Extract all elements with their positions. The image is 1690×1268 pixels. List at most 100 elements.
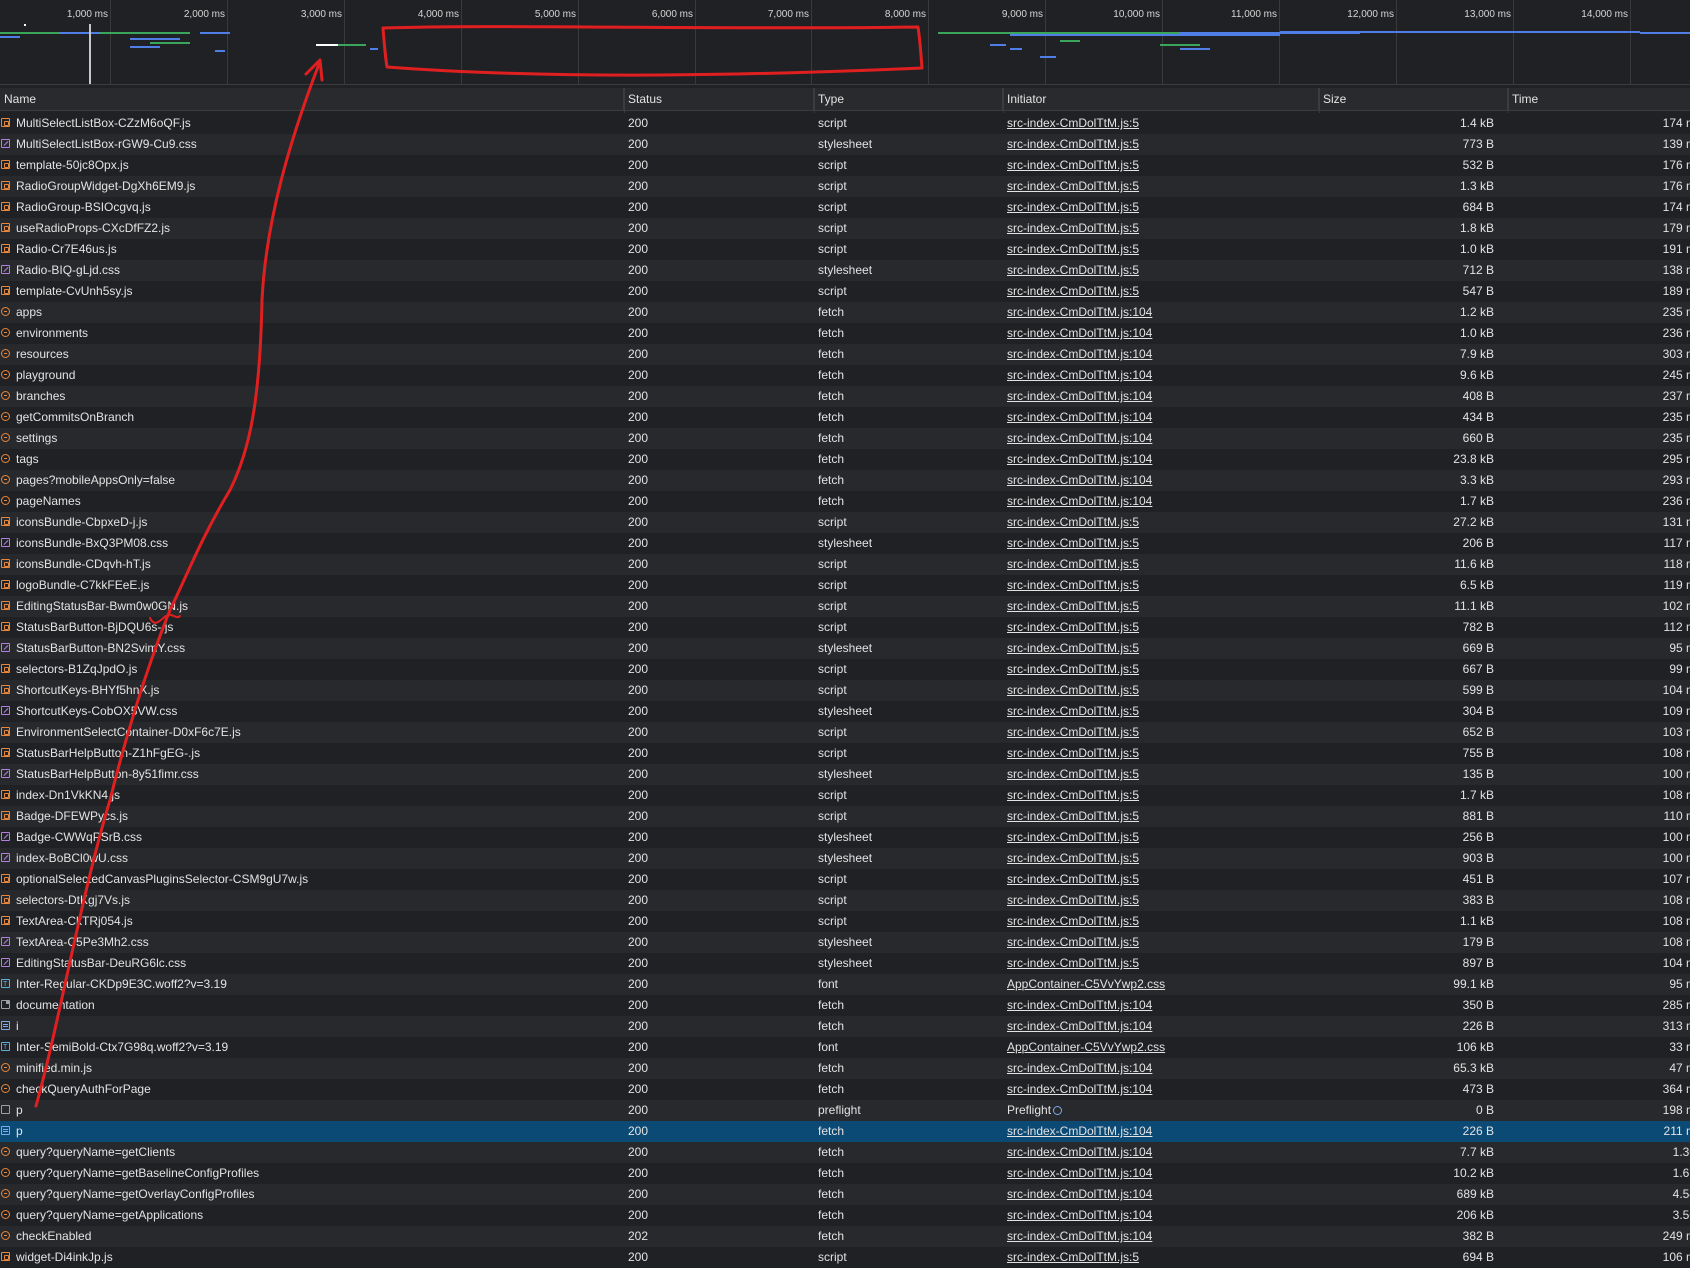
table-row[interactable]: checkEnabled 202 fetch src-index-CmDolTtM.j… (0, 1226, 1690, 1247)
initiator-link[interactable]: AppContainer-C5VvYwp2.css (1007, 1040, 1165, 1054)
initiator-link[interactable]: src-index-CmDolTtM.js:5 (1007, 662, 1139, 676)
initiator-link[interactable]: src-index-CmDolTtM.js:5 (1007, 851, 1139, 865)
initiator-link[interactable]: src-index-CmDolTtM.js:5 (1007, 767, 1139, 781)
initiator-link[interactable]: src-index-CmDolTtM.js:5 (1007, 872, 1139, 886)
table-row[interactable]: resources 200 fetch src-index-CmDolTtM.js:1… (0, 344, 1690, 365)
initiator-link[interactable]: src-index-CmDolTtM.js:5 (1007, 956, 1139, 970)
table-row[interactable]: index-Dn1VkKN4.js 200 script src-index-CmDo… (0, 785, 1690, 806)
table-row[interactable]: Radio-BIQ-gLjd.css 200 stylesheet src-index… (0, 260, 1690, 281)
table-row[interactable]: apps 200 fetch src-index-CmDolTtM.js:104 1.2… (0, 302, 1690, 323)
initiator-link[interactable]: src-index-CmDolTtM.js:5 (1007, 683, 1139, 697)
initiator-link[interactable]: src-index-CmDolTtM.js:5 (1007, 914, 1139, 928)
table-row[interactable]: branches 200 fetch src-index-CmDolTtM.js:10… (0, 386, 1690, 407)
initiator-link[interactable]: src-index-CmDolTtM.js:104 (1007, 1229, 1152, 1243)
table-row[interactable]: pageNames 200 fetch src-index-CmDolTtM.js:1… (0, 491, 1690, 512)
initiator-link[interactable]: src-index-CmDolTtM.js:5 (1007, 158, 1139, 172)
table-row[interactable]: iconsBundle-CDqvh-hT.js 200 script src-inde… (0, 554, 1690, 575)
initiator-link[interactable]: AppContainer-C5VvYwp2.css (1007, 977, 1165, 991)
initiator-link[interactable]: src-index-CmDolTtM.js:104 (1007, 368, 1152, 382)
table-row[interactable]: logoBundle-C7kkFEeE.js 200 script src-index… (0, 575, 1690, 596)
table-row[interactable]: Badge-DFEWPycs.js 200 script src-index-CmDo… (0, 806, 1690, 827)
table-row[interactable]: EnvironmentSelectContainer-D0xF6c7E.js 20… (0, 722, 1690, 743)
initiator-link[interactable]: src-index-CmDolTtM.js:5 (1007, 704, 1139, 718)
table-row[interactable]: selectors-B1ZqJpdO.js 200 script src-index-… (0, 659, 1690, 680)
initiator-link[interactable]: src-index-CmDolTtM.js:5 (1007, 242, 1139, 256)
table-row[interactable]: Radio-Cr7E46us.js 200 script src-index-CmDo… (0, 239, 1690, 260)
initiator-link[interactable]: src-index-CmDolTtM.js:5 (1007, 578, 1139, 592)
initiator-link[interactable]: src-index-CmDolTtM.js:5 (1007, 599, 1139, 613)
column-header-status[interactable]: Status (624, 88, 814, 110)
initiator-link[interactable]: src-index-CmDolTtM.js:5 (1007, 725, 1139, 739)
table-row[interactable]: query?queryName=getBaselineConfigProfile… (0, 1163, 1690, 1184)
table-row[interactable]: RadioGroupWidget-DgXh6EM9.js 200 script src… (0, 176, 1690, 197)
table-row[interactable]: getCommitsOnBranch 200 fetch src-index-CmDo… (0, 407, 1690, 428)
table-row[interactable]: settings 200 fetch src-index-CmDolTtM.js:10… (0, 428, 1690, 449)
initiator-link[interactable]: src-index-CmDolTtM.js:5 (1007, 557, 1139, 571)
initiator-link[interactable]: src-index-CmDolTtM.js:5 (1007, 935, 1139, 949)
initiator-link[interactable]: src-index-CmDolTtM.js:5 (1007, 788, 1139, 802)
table-row[interactable]: RadioGroup-BSIOcgvq.js 200 script src-index… (0, 197, 1690, 218)
initiator-link[interactable]: src-index-CmDolTtM.js:5 (1007, 284, 1139, 298)
table-row[interactable]: tags 200 fetch src-index-CmDolTtM.js:104 23.… (0, 449, 1690, 470)
initiator-link[interactable]: src-index-CmDolTtM.js:5 (1007, 641, 1139, 655)
table-row[interactable]: ShortcutKeys-CobOX5VW.css 200 stylesheet sr… (0, 701, 1690, 722)
table-row[interactable]: iconsBundle-BxQ3PM08.css 200 stylesheet src… (0, 533, 1690, 554)
table-row[interactable]: StatusBarHelpButton-Z1hFgEG-.js 200 script… (0, 743, 1690, 764)
initiator-link[interactable]: src-index-CmDolTtM.js:104 (1007, 452, 1152, 466)
initiator-link[interactable]: src-index-CmDolTtM.js:104 (1007, 1082, 1152, 1096)
table-row[interactable]: StatusBarButton-BjDQU6s-.js 200 script src-… (0, 617, 1690, 638)
column-header-time[interactable]: Time (1508, 88, 1690, 110)
table-row[interactable]: query?queryName=getClients 200 fetch src-in… (0, 1142, 1690, 1163)
initiator-link[interactable]: src-index-CmDolTtM.js:104 (1007, 473, 1152, 487)
column-header-size[interactable]: Size (1319, 88, 1508, 110)
initiator-link[interactable]: src-index-CmDolTtM.js:104 (1007, 494, 1152, 508)
table-row[interactable]: Inter-Regular-CKDp9E3C.woff2?v=3.19 200 fo… (0, 974, 1690, 995)
table-row[interactable]: playground 200 fetch src-index-CmDolTtM.js:… (0, 365, 1690, 386)
table-row[interactable]: TextArea-CkTRj054.js 200 script src-index-C… (0, 911, 1690, 932)
table-row[interactable]: template-CvUnh5sy.js 200 script src-index-C… (0, 281, 1690, 302)
initiator-link[interactable]: src-index-CmDolTtM.js:104 (1007, 1166, 1152, 1180)
initiator-link[interactable]: src-index-CmDolTtM.js:104 (1007, 1124, 1152, 1138)
table-row[interactable]: index-BoBCl0wU.css 200 stylesheet src-index… (0, 848, 1690, 869)
table-row[interactable]: Badge-CWWqPSrB.css 200 stylesheet src-index… (0, 827, 1690, 848)
initiator-link[interactable]: src-index-CmDolTtM.js:5 (1007, 809, 1139, 823)
table-row[interactable]: widget-Di4inkJp.js 200 script src-index-CmD… (0, 1247, 1690, 1268)
table-row[interactable]: EditingStatusBar-Bwm0w0GN.js 200 script src… (0, 596, 1690, 617)
initiator-link[interactable]: src-index-CmDolTtM.js:104 (1007, 1061, 1152, 1075)
table-row[interactable]: environments 200 fetch src-index-CmDolTtM.j… (0, 323, 1690, 344)
initiator-link[interactable]: src-index-CmDolTtM.js:104 (1007, 389, 1152, 403)
initiator-link[interactable]: src-index-CmDolTtM.js:104 (1007, 410, 1152, 424)
initiator-link[interactable]: src-index-CmDolTtM.js:104 (1007, 998, 1152, 1012)
table-row[interactable]: p 200 fetch src-index-CmDolTtM.js:104 226 B 2… (0, 1121, 1690, 1142)
table-row[interactable]: documentation 200 fetch src-index-CmDolTtM.… (0, 995, 1690, 1016)
column-header-initiator[interactable]: Initiator (1003, 88, 1319, 110)
table-row[interactable]: query?queryName=getApplications 200 fetch s… (0, 1205, 1690, 1226)
initiator-link[interactable]: src-index-CmDolTtM.js:104 (1007, 431, 1152, 445)
initiator-link[interactable]: src-index-CmDolTtM.js:5 (1007, 137, 1139, 151)
initiator-link[interactable]: src-index-CmDolTtM.js:5 (1007, 830, 1139, 844)
table-row[interactable]: query?queryName=getOverlayConfigProfiles… (0, 1184, 1690, 1205)
initiator-link[interactable]: src-index-CmDolTtM.js:5 (1007, 536, 1139, 550)
initiator-link[interactable]: src-index-CmDolTtM.js:104 (1007, 1145, 1152, 1159)
initiator-link[interactable]: src-index-CmDolTtM.js:5 (1007, 200, 1139, 214)
table-row[interactable]: selectors-DtKgj7Vs.js 200 script src-index-… (0, 890, 1690, 911)
initiator-link[interactable]: src-index-CmDolTtM.js:5 (1007, 263, 1139, 277)
table-row[interactable]: StatusBarButton-BN2SvimY.css 200 styleshee… (0, 638, 1690, 659)
table-row[interactable]: MultiSelectListBox-rGW9-Cu9.css 200 styles… (0, 134, 1690, 155)
initiator-link[interactable]: src-index-CmDolTtM.js:104 (1007, 326, 1152, 340)
initiator-link[interactable]: src-index-CmDolTtM.js:104 (1007, 1208, 1152, 1222)
initiator-link[interactable]: src-index-CmDolTtM.js:5 (1007, 893, 1139, 907)
table-row[interactable]: iconsBundle-CbpxeD-j.js 200 script src-inde… (0, 512, 1690, 533)
table-row[interactable]: TextArea-C5Pe3Mh2.css 200 stylesheet src-in… (0, 932, 1690, 953)
initiator-link[interactable]: src-index-CmDolTtM.js:5 (1007, 620, 1139, 634)
table-row[interactable]: MultiSelectListBox-CZzM6oQF.js 200 script s… (0, 113, 1690, 134)
initiator-link[interactable]: src-index-CmDolTtM.js:104 (1007, 1019, 1152, 1033)
initiator-link[interactable]: src-index-CmDolTtM.js:5 (1007, 179, 1139, 193)
initiator-link[interactable]: src-index-CmDolTtM.js:5 (1007, 515, 1139, 529)
network-overview-timeline[interactable]: 1,000 ms 2,000 ms 3,000 ms 4,000 ms 5,000 ms… (0, 0, 1690, 85)
table-row[interactable]: Inter-SemiBold-Ctx7G98q.woff2?v=3.19 200 f… (0, 1037, 1690, 1058)
table-row[interactable]: optionalSelectedCanvasPluginsSelector-CS… (0, 869, 1690, 890)
table-row[interactable]: ShortcutKeys-BHYf5hnX.js 200 script src-ind… (0, 680, 1690, 701)
table-row[interactable]: StatusBarHelpButton-8y51fimr.css 200 style… (0, 764, 1690, 785)
column-header-type[interactable]: Type (814, 88, 1003, 110)
